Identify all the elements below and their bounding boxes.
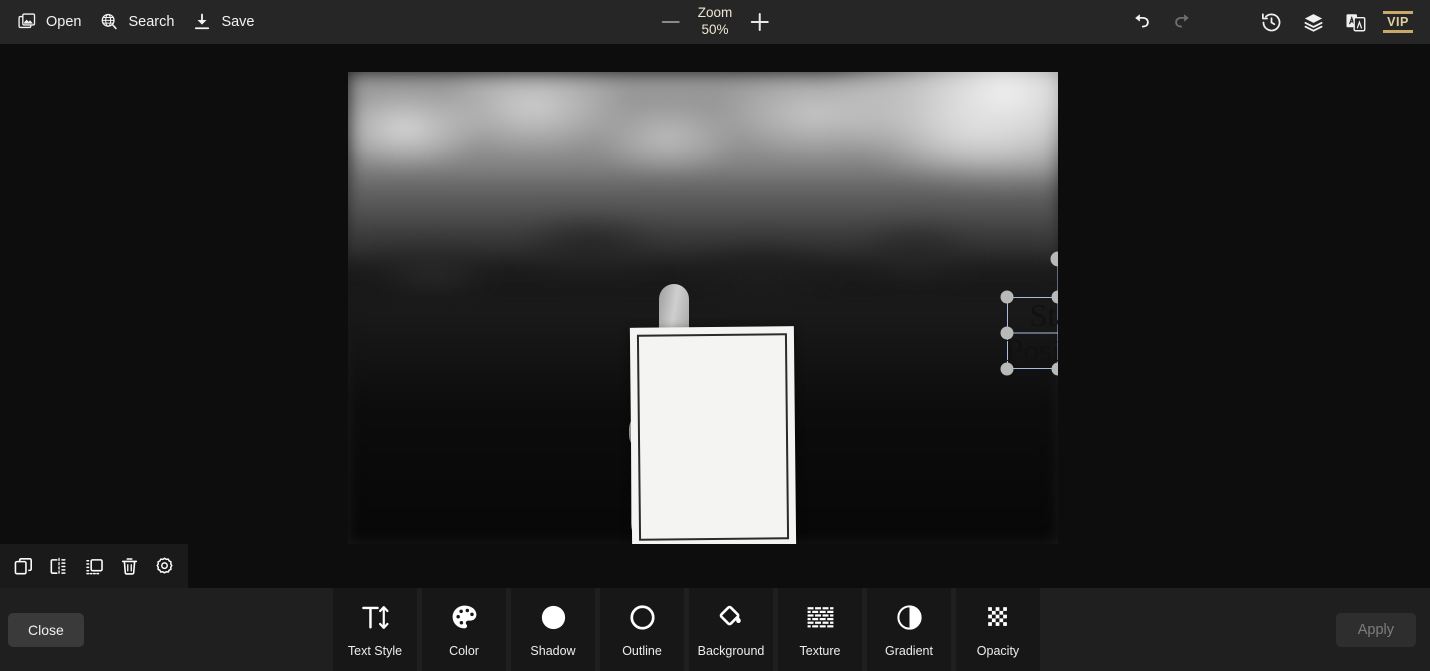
history-button[interactable] [1252, 3, 1290, 41]
redo-icon [1172, 11, 1194, 33]
outline-circle-icon [627, 601, 658, 633]
tool-outline[interactable]: Outline [600, 588, 684, 671]
handle-middle-left[interactable] [1000, 326, 1014, 340]
zoom-title: Zoom [697, 5, 733, 21]
settings-button[interactable] [147, 548, 182, 584]
duplicate-button[interactable] [6, 548, 41, 584]
flip-horizontal-button[interactable] [41, 548, 76, 584]
text-selection-box[interactable]: Stay Positive [1000, 251, 1058, 376]
handle-top-center[interactable] [1051, 290, 1058, 304]
translate-icon [1344, 11, 1367, 34]
palette-icon [449, 601, 480, 633]
save-button[interactable]: Save [188, 0, 268, 44]
undo-icon [1130, 11, 1152, 33]
vip-bar-top [1383, 10, 1413, 14]
tool-gradient[interactable]: Gradient [867, 588, 951, 671]
vip-label: VIP [1387, 14, 1409, 29]
history-clock-icon [1260, 11, 1283, 34]
shadow-circle-icon [538, 601, 569, 633]
search-label: Search [128, 14, 175, 30]
tool-opacity[interactable]: Opacity [956, 588, 1040, 671]
handle-top-left[interactable] [1000, 290, 1014, 304]
zoom-in-button[interactable] [748, 11, 770, 33]
gradient-circle-icon [894, 601, 925, 633]
redo-button[interactable] [1164, 3, 1202, 41]
image-canvas[interactable]: Stay Positive [348, 72, 1058, 544]
image-editor-app: Open Search Save Zoom 50% VIP St Posi Cl… [0, 0, 1430, 671]
handle-bottom-left[interactable] [1000, 362, 1014, 376]
file-actions: Open Search Save [0, 0, 269, 44]
search-button[interactable]: Search [95, 0, 188, 44]
text-tools: Text Style Color Shadow Outline Backgrou… [333, 588, 1040, 671]
tool-label: Background [697, 644, 765, 658]
texture-grid-icon [805, 601, 836, 633]
delete-button[interactable] [112, 548, 147, 584]
tool-texture[interactable]: Texture [778, 588, 862, 671]
tool-label: Text Style [347, 644, 403, 658]
photo-hand-holding-sign [348, 72, 1058, 544]
zoom-out-button[interactable] [660, 11, 682, 33]
text-size-icon [360, 601, 391, 633]
zoom-value: 50% [701, 22, 729, 37]
tool-label: Shadow [530, 644, 576, 658]
tool-background[interactable]: Background [689, 588, 773, 671]
layers-icon [1302, 11, 1325, 34]
duplicate-icon [13, 556, 34, 577]
close-button[interactable]: Close [8, 612, 84, 647]
gear-icon [154, 556, 175, 577]
top-toolbar: Open Search Save Zoom 50% VIP [0, 0, 1430, 44]
tool-color[interactable]: Color [422, 588, 506, 671]
zoom-readout: Zoom 50% [698, 5, 733, 39]
zoom-control: Zoom 50% [660, 0, 771, 44]
object-toolbar [0, 544, 188, 588]
open-button[interactable]: Open [13, 0, 95, 44]
vip-bar-bottom [1383, 30, 1413, 34]
arrange-icon [84, 556, 105, 577]
tool-label: Gradient [885, 644, 933, 658]
tool-label: Opacity [976, 644, 1020, 658]
canvas-stage[interactable]: Stay Positive [0, 44, 1430, 588]
images-icon [17, 12, 37, 32]
save-label: Save [221, 14, 255, 30]
tool-text-style[interactable]: Text Style [333, 588, 417, 671]
globe-search-icon [99, 12, 119, 32]
tool-label: Texture [799, 644, 841, 658]
selection-guide-horizontal [1007, 332, 1058, 334]
undo-button[interactable] [1122, 3, 1160, 41]
apply-button[interactable]: Apply [1335, 612, 1416, 647]
flip-horizontal-icon [48, 556, 69, 577]
checkerboard-icon [983, 601, 1014, 633]
tool-label: Outline [622, 644, 662, 658]
vip-badge[interactable]: VIP [1378, 9, 1418, 35]
layers-button[interactable] [1294, 3, 1332, 41]
tool-shadow[interactable]: Shadow [511, 588, 595, 671]
trash-icon [119, 556, 140, 577]
handle-bottom-center[interactable] [1051, 362, 1058, 376]
open-label: Open [46, 14, 82, 30]
download-icon [192, 12, 212, 32]
translate-button[interactable] [1336, 3, 1374, 41]
tool-label: Color [449, 644, 479, 658]
header-actions: VIP [1122, 0, 1418, 44]
paint-bucket-icon [716, 601, 747, 633]
arrange-button[interactable] [76, 548, 111, 584]
bottom-toolbar: Close Text Style Color Shadow Outline Ba… [0, 588, 1430, 671]
paper-card [629, 326, 797, 544]
